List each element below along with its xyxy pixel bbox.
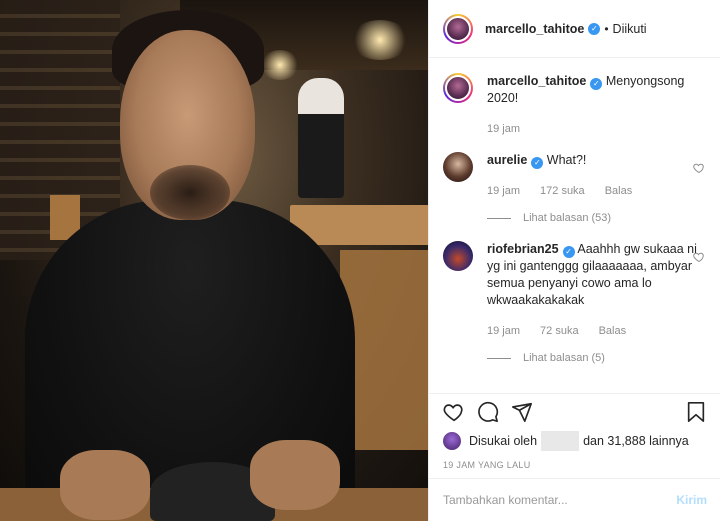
post-header: marcello_tahitoe ✓ • Diikuti	[429, 0, 720, 58]
comments-list[interactable]: marcello_tahitoe ✓ Menyongsong 2020! 19 j…	[429, 59, 720, 392]
comment-meta: 19 jam 172 suka Balas	[487, 183, 702, 200]
verified-badge-icon: ✓	[588, 22, 601, 35]
like-comment-heart-icon[interactable]	[693, 251, 705, 263]
verified-badge-icon: ✓	[590, 77, 603, 90]
view-replies[interactable]: Lihat balasan (5)	[487, 350, 702, 367]
post-side-panel: marcello_tahitoe ✓ • Diikuti marcello_ta…	[428, 0, 720, 521]
reply-button[interactable]: Balas	[605, 183, 633, 200]
caption-time[interactable]: 19 jam	[487, 121, 520, 138]
action-icons	[443, 394, 707, 430]
caption-username[interactable]: marcello_tahitoe	[487, 74, 586, 88]
person-beard	[150, 165, 230, 220]
hands	[60, 440, 350, 520]
comment-time[interactable]: 19 jam	[487, 323, 520, 340]
ceiling-lamp	[260, 50, 300, 80]
share-icon[interactable]	[511, 401, 533, 423]
ceiling-lamp	[350, 20, 410, 60]
liker-avatar[interactable]	[443, 432, 461, 450]
waiter-figure	[298, 78, 344, 198]
replies-divider	[487, 358, 511, 359]
redacted-username	[541, 431, 580, 451]
commenter-avatar[interactable]	[443, 241, 473, 271]
left-hand	[60, 450, 150, 520]
comment-likes[interactable]: 172 suka	[540, 183, 585, 200]
heart-icon[interactable]	[443, 401, 465, 423]
post-photo[interactable]	[0, 0, 428, 521]
author-avatar[interactable]	[443, 13, 473, 44]
verified-badge-icon: ✓	[562, 245, 575, 258]
likes-prefix: Disukai oleh	[469, 434, 538, 448]
separator-dot: •	[604, 21, 609, 36]
commenter-avatar[interactable]	[443, 152, 473, 182]
comment-username[interactable]: riofebrian25	[487, 242, 559, 256]
comment-time[interactable]: 19 jam	[487, 183, 520, 200]
comment-username[interactable]: aurelie	[487, 153, 527, 167]
caption-meta: 19 jam	[487, 121, 702, 138]
comment-icon[interactable]	[477, 401, 499, 423]
comment-input[interactable]	[443, 493, 677, 507]
bookmark-icon[interactable]	[685, 401, 707, 423]
view-replies-label: Lihat balasan (53)	[523, 212, 612, 224]
caption: marcello_tahitoe ✓ Menyongsong 2020! 19 j…	[443, 73, 707, 138]
follow-status-button[interactable]: Diikuti	[613, 22, 647, 36]
comment-text: What?!	[546, 153, 587, 167]
like-comment-heart-icon[interactable]	[693, 162, 705, 174]
comment-composer: Kirim	[429, 478, 720, 521]
author-avatar[interactable]	[443, 73, 473, 103]
post-actions: Disukai oleh dan 31,888 lainnya 19 JAM Y…	[429, 393, 720, 470]
post-comment-button[interactable]: Kirim	[676, 493, 707, 507]
comment: aurelie ✓ What?! 19 jam 172 suka Balas Li…	[443, 152, 707, 227]
right-hand	[250, 440, 340, 510]
post-timestamp[interactable]: 19 JAM YANG LALU	[443, 460, 707, 470]
author-username[interactable]: marcello_tahitoe	[485, 22, 584, 36]
replies-divider	[487, 218, 511, 219]
comment-likes[interactable]: 72 suka	[540, 323, 579, 340]
reply-button[interactable]: Balas	[599, 323, 627, 340]
view-replies[interactable]: Lihat balasan (53)	[487, 210, 702, 227]
likes-summary[interactable]: Disukai oleh dan 31,888 lainnya	[443, 430, 707, 452]
view-replies-label: Lihat balasan (5)	[523, 352, 605, 364]
comment: riofebrian25 ✓ Aaahhh gw sukaaa ni yg ini…	[443, 241, 707, 367]
likes-count[interactable]: dan 31,888 lainnya	[583, 434, 689, 448]
verified-badge-icon: ✓	[531, 156, 544, 169]
comment-meta: 19 jam 72 suka Balas	[487, 323, 702, 340]
